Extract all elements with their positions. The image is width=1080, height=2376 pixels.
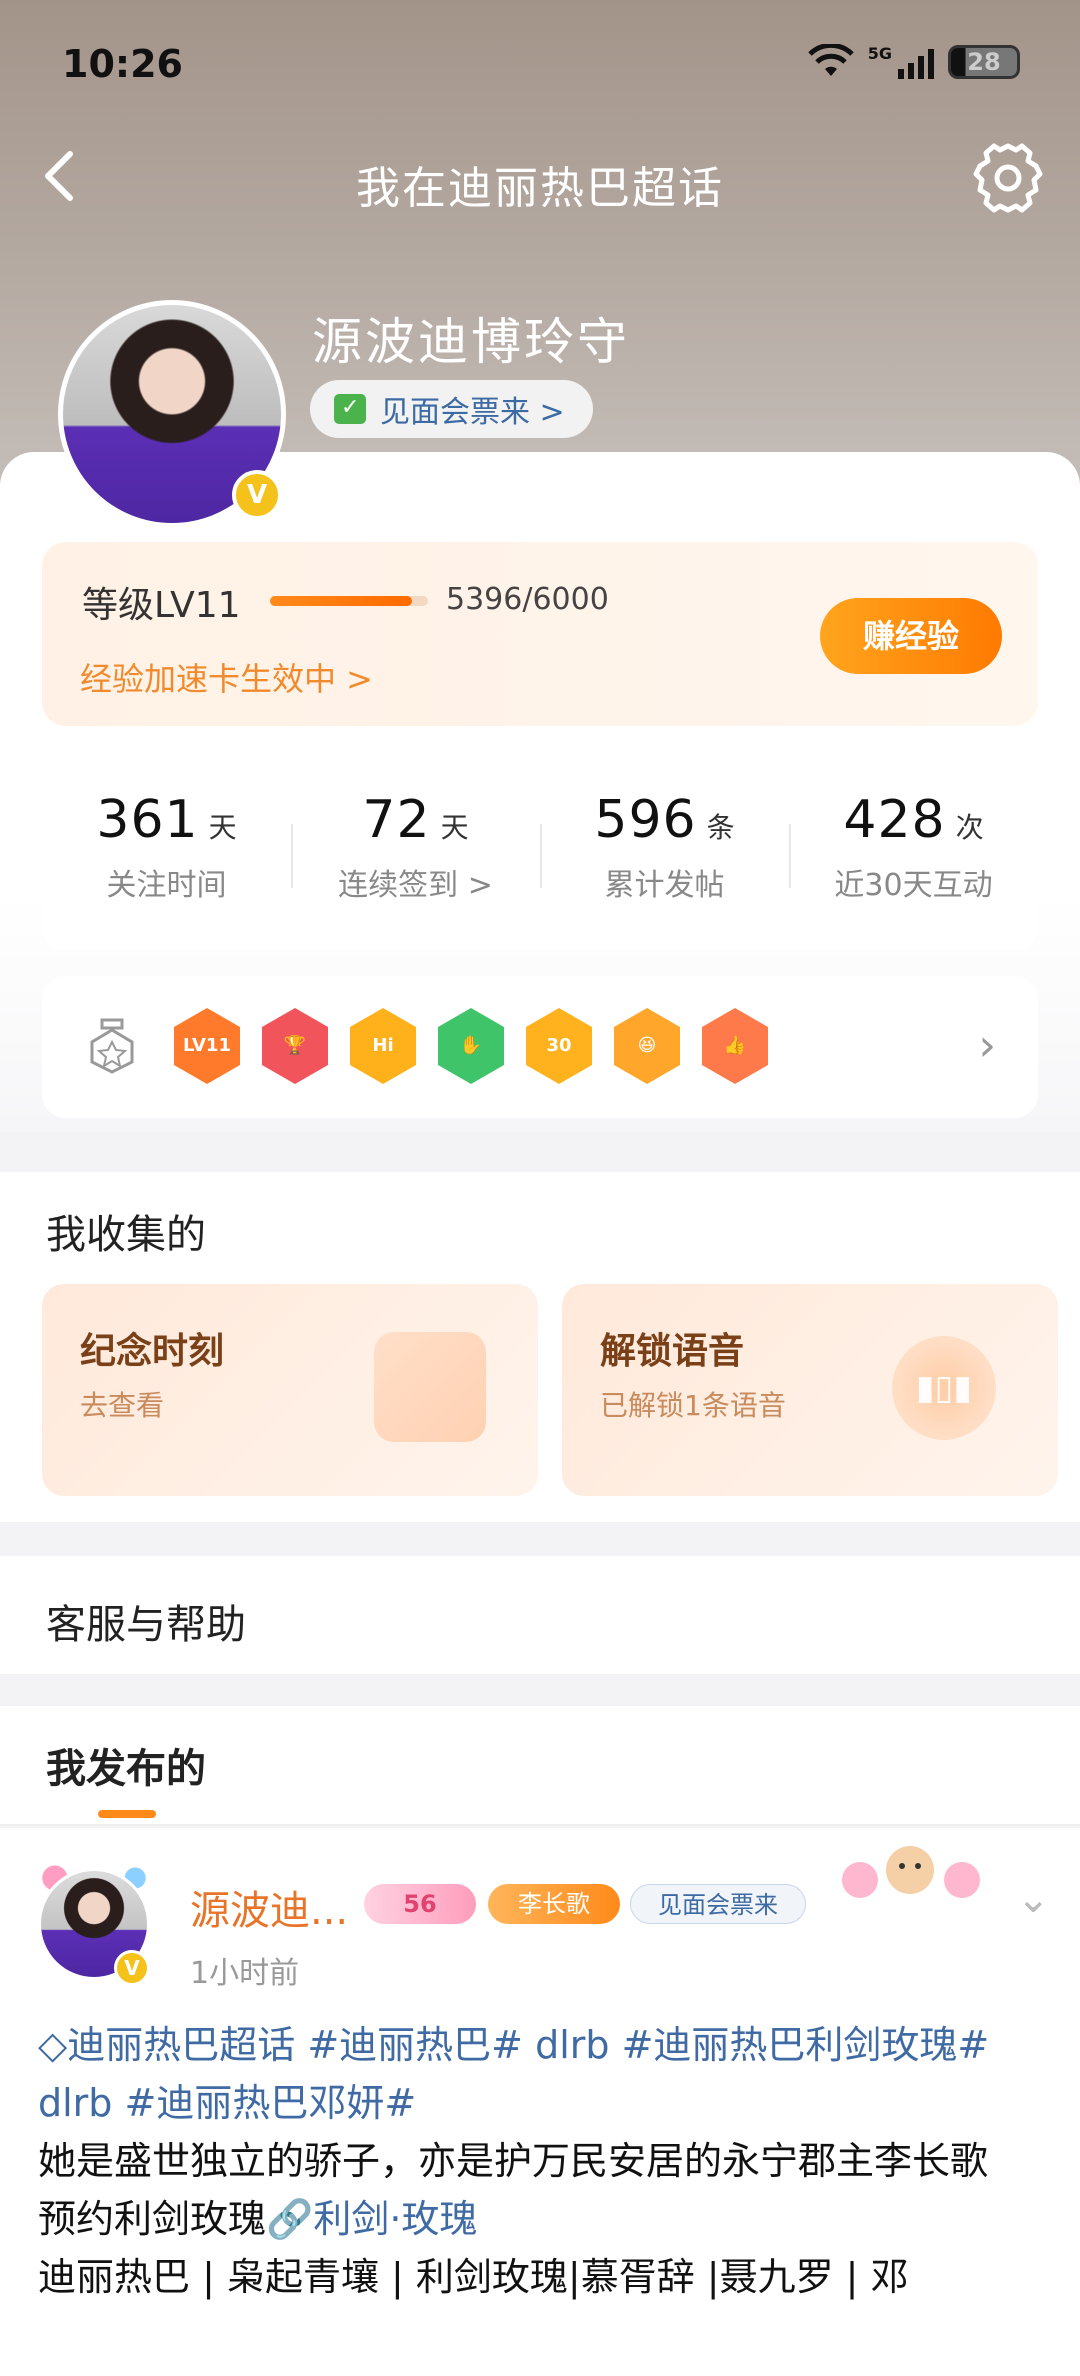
fan-level-value: 56: [403, 1890, 437, 1918]
medal-trophy-icon: 🏆: [262, 1008, 328, 1084]
card-subtitle: 去查看: [80, 1389, 165, 1422]
unlock-voice-card[interactable]: 解锁语音 已解锁1条语音 ▮▯▮: [562, 1284, 1058, 1496]
tab-my-posts[interactable]: 我发布的: [46, 1736, 206, 1794]
fan-level-badge: 56: [364, 1884, 476, 1924]
ticket-tag-label: 见面会票来: [658, 1891, 778, 1919]
level-progress-bar: [270, 596, 428, 606]
post-author-name[interactable]: 源波迪...: [190, 1878, 348, 1936]
stats-row: 361 天 关注时间 72 天 连续签到 > 596 条 累计发帖 428 次 近30天…: [42, 760, 1038, 950]
stat-label: 近30天互动: [834, 868, 993, 903]
card-title: 解锁语音: [600, 1331, 745, 1372]
calendar-heart-icon: [374, 1332, 486, 1442]
signal-icon: [898, 45, 934, 79]
chevron-down-icon[interactable]: ⌄: [1016, 1876, 1050, 1922]
stat-number: 428: [843, 790, 946, 850]
medal-30days-icon: 30: [526, 1008, 592, 1084]
stat-label: 累计发帖: [604, 868, 725, 903]
medal-laugh-icon: 😆: [614, 1008, 680, 1084]
stat-interactions: 428 次 近30天互动: [789, 760, 1038, 950]
verified-badge-icon: V: [114, 1950, 150, 1986]
medal-hand-icon: ✋: [438, 1008, 504, 1084]
verified-badge-icon: V: [232, 470, 282, 520]
stat-unit: 天: [440, 811, 469, 844]
post-topic-links[interactable]: 迪丽热巴超话 #迪丽热巴# dlrb #迪丽热巴利剑玫瑰# dlrb #迪丽热巴…: [38, 2023, 989, 2125]
post-body: ◇迪丽热巴超话 #迪丽热巴# dlrb #迪丽热巴利剑玫瑰# dlrb #迪丽热…: [38, 2016, 1048, 2306]
stat-checkin-days[interactable]: 72 天 连续签到 >: [291, 760, 540, 950]
stat-follow-days: 361 天 关注时间: [42, 760, 291, 950]
help-section[interactable]: 客服与帮助: [0, 1556, 1080, 1674]
honor-tag-badge: 李长歌: [488, 1884, 620, 1924]
topic-gem-icon: ◇: [38, 2023, 68, 2067]
page-title: 我在迪丽热巴超话: [356, 163, 724, 214]
honor-tag-label: 李长歌: [518, 1890, 590, 1918]
tab-indicator: [98, 1810, 156, 1818]
level-progress-fill: [270, 596, 413, 606]
status-bar: 10:26 5G 28: [0, 30, 1080, 100]
stat-number: 596: [594, 790, 697, 850]
collection-title: 我收集的: [46, 1212, 206, 1258]
stat-unit: 条: [706, 811, 735, 844]
medal-lv11-icon: LV11: [174, 1008, 240, 1084]
post-time: 1小时前: [190, 1956, 300, 1991]
stat-unit: 天: [208, 811, 237, 844]
network-type: 5G: [867, 44, 892, 63]
reserve-text: 预约利剑玫瑰: [38, 2197, 267, 2241]
stat-unit: 次: [955, 811, 984, 844]
help-title: 客服与帮助: [46, 1602, 246, 1648]
ticket-tag-badge: 见面会票来: [630, 1884, 806, 1924]
settings-gear-icon[interactable]: [970, 140, 1046, 216]
earn-exp-button[interactable]: 赚经验: [820, 598, 1002, 674]
medal-row[interactable]: LV11 🏆 Hi ✋ 30 😆 👍 ›: [42, 976, 1038, 1118]
card-title: 纪念时刻: [80, 1331, 225, 1372]
calendar-check-icon: [334, 394, 366, 424]
status-time: 10:26: [62, 42, 183, 86]
my-posts-tab-bar: 我发布的: [0, 1706, 1080, 1826]
level-exp: 5396/6000: [446, 582, 609, 617]
wifi-icon: [807, 44, 854, 76]
stat-label: 连续签到 >: [338, 868, 493, 903]
battery-icon: 28: [948, 45, 1020, 79]
nav-bar: 我在迪丽热巴超话: [0, 130, 1080, 220]
reserve-link[interactable]: 利剑·玫瑰: [313, 2197, 477, 2241]
level-card[interactable]: 等级LV11 5396/6000 经验加速卡生效中 > 赚经验: [42, 542, 1038, 726]
stat-label: 关注时间: [106, 868, 227, 903]
stat-number: 72: [362, 790, 431, 850]
voice-wave-icon: ▮▯▮: [892, 1336, 996, 1440]
stat-total-posts: 596 条 累计发帖: [540, 760, 789, 950]
profile-username: 源波迪博玲守: [312, 313, 630, 371]
mascot-sticker-icon: [842, 1846, 980, 1898]
level-label: 等级LV11: [82, 585, 241, 626]
post-line-text: 她是盛世独立的骄子，亦是护万民安居的永宁郡主李长歌: [38, 2139, 989, 2183]
exp-boost-link[interactable]: 经验加速卡生效中 >: [80, 654, 373, 700]
stat-number: 361: [96, 790, 199, 850]
meet-ticket-pill[interactable]: 见面会票来 >: [310, 380, 593, 438]
post-line-reserve: 预约利剑玫瑰🔗利剑·玫瑰: [38, 2190, 1048, 2248]
post-line-topics: ◇迪丽热巴超话 #迪丽热巴# dlrb #迪丽热巴利剑玫瑰# dlrb #迪丽热…: [38, 2016, 1048, 2132]
link-chain-icon: 🔗: [266, 2197, 314, 2241]
medal-hi-icon: Hi: [350, 1008, 416, 1084]
post-line-works: 迪丽热巴 | 枭起青壤 | 利剑玫瑰|慕胥辞 |聂九罗 | 邓: [38, 2255, 909, 2299]
meet-pill-label: 见面会票来 >: [380, 395, 565, 430]
chevron-right-icon[interactable]: ›: [978, 1020, 996, 1071]
medal-outline-icon: [90, 1018, 134, 1074]
collection-section: 我收集的 纪念时刻 去查看 解锁语音 已解锁1条语音 ▮▯▮: [0, 1172, 1080, 1522]
memory-moments-card[interactable]: 纪念时刻 去查看: [42, 1284, 538, 1496]
card-subtitle: 已解锁1条语音: [600, 1389, 786, 1422]
medal-thumb-icon: 👍: [702, 1008, 768, 1084]
